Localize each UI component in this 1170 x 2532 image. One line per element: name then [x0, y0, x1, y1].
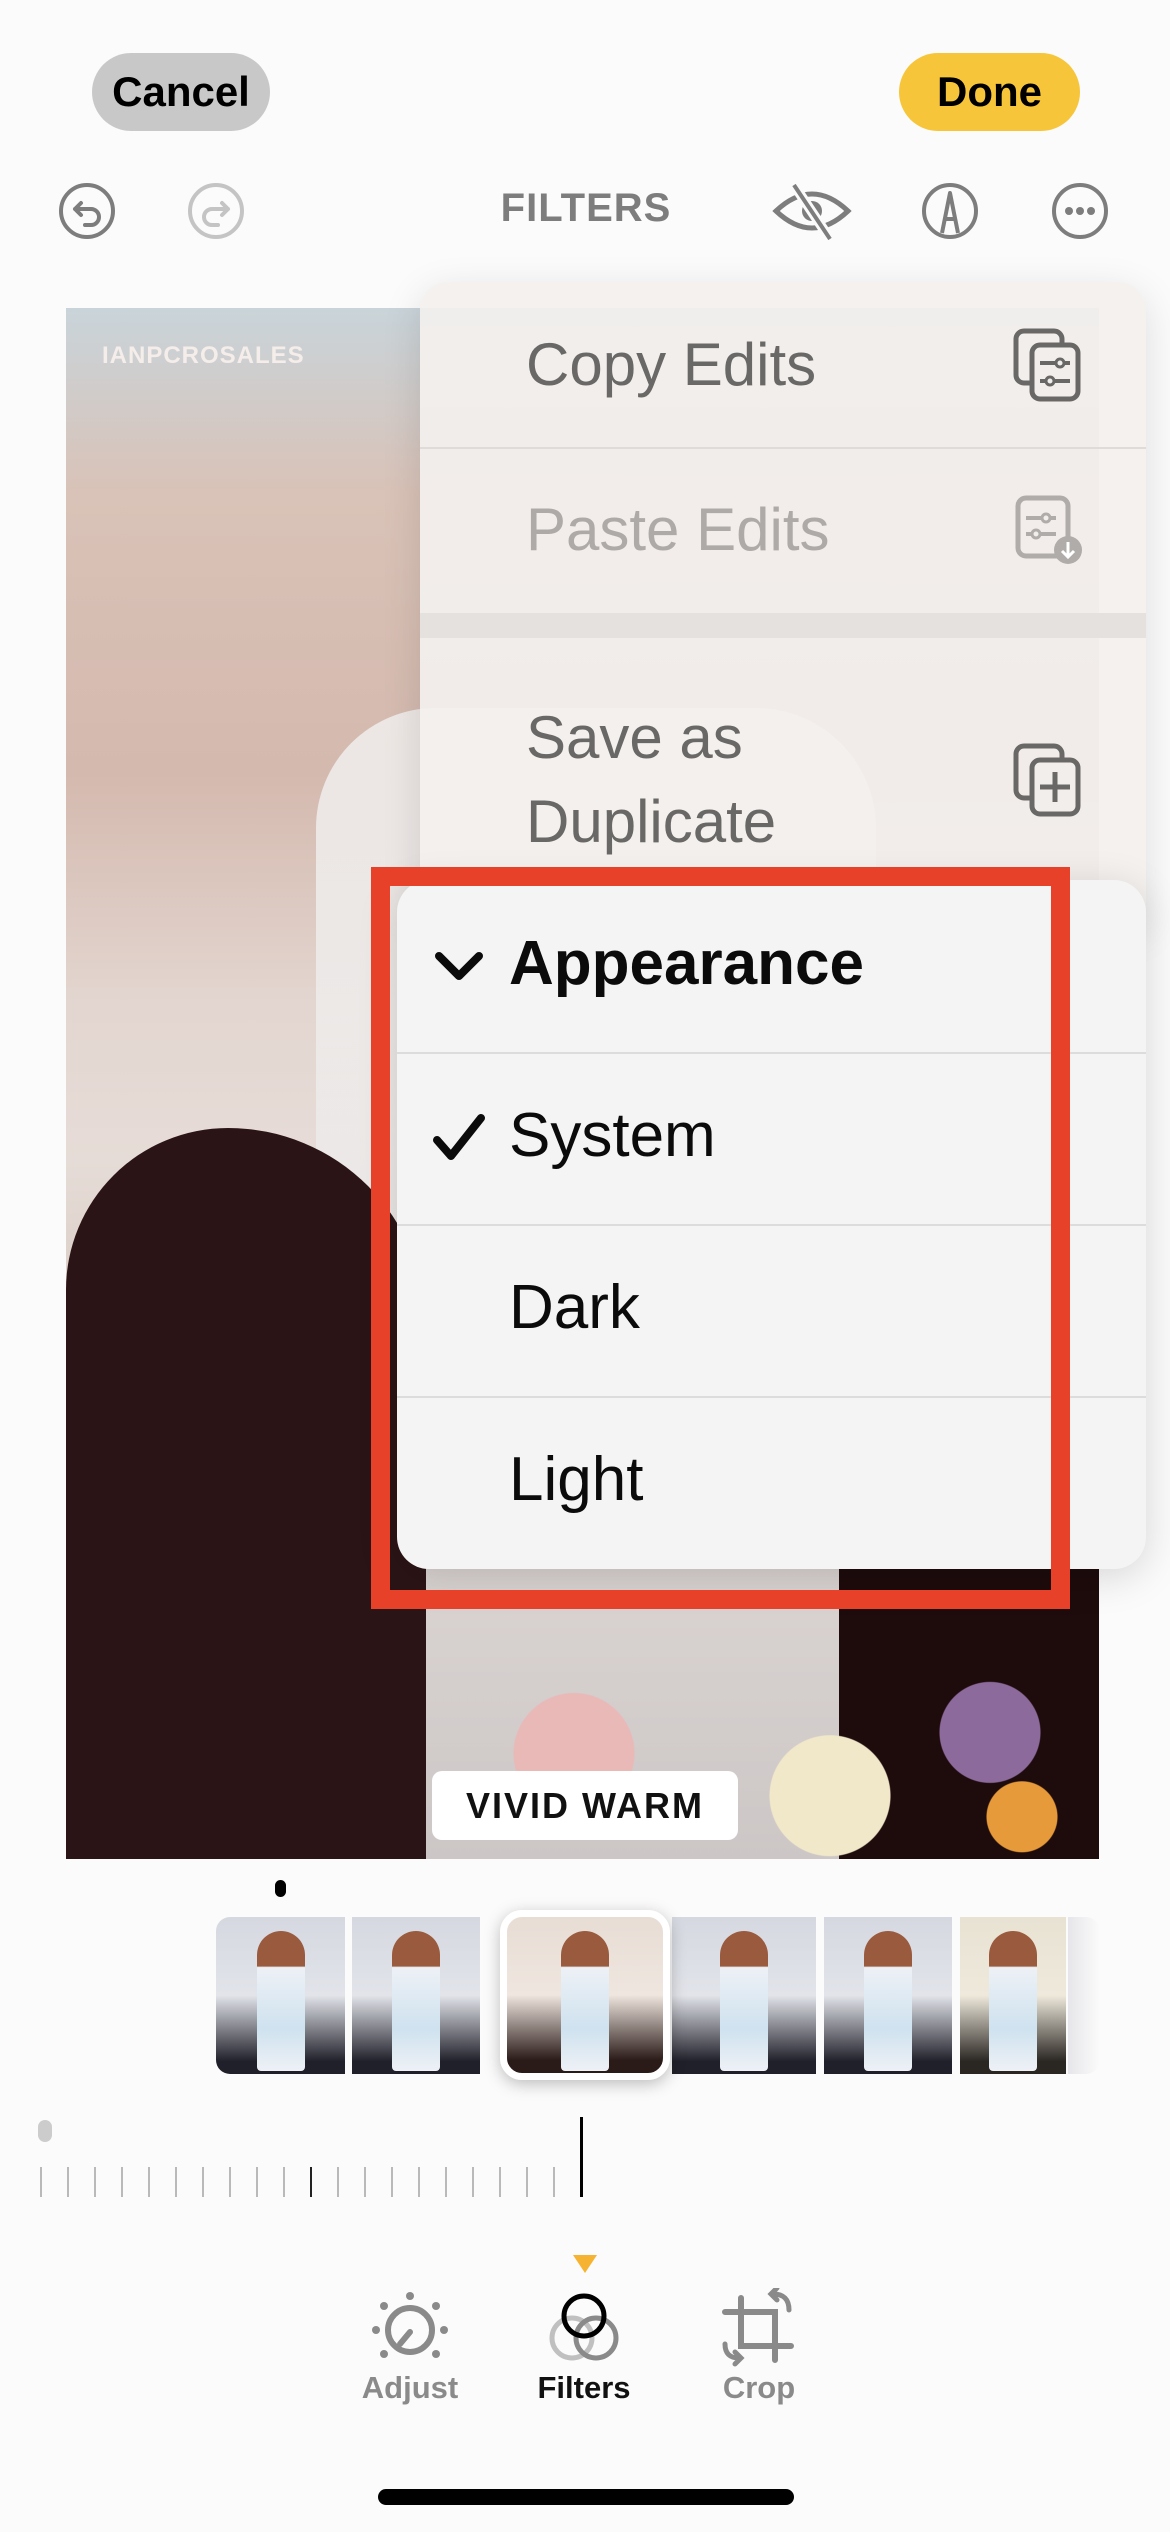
slider-tick	[445, 2167, 447, 2197]
filter-thumbnail[interactable]	[960, 1917, 1066, 2074]
photo-foreground	[66, 1128, 426, 1859]
appearance-submenu-header[interactable]: Appearance	[397, 880, 1146, 1054]
appearance-option-system[interactable]: System	[397, 1052, 1146, 1226]
slider-tick	[94, 2167, 96, 2197]
filter-thumbnail[interactable]	[672, 1917, 816, 2074]
filter-thumbnail[interactable]	[1068, 1917, 1100, 2074]
slider-tick	[67, 2167, 69, 2197]
filter-thumbnail[interactable]	[216, 1917, 345, 2074]
tab-label: Crop	[722, 2370, 796, 2405]
more-menu: Copy Edits Paste Edits Save as Duplicate	[420, 282, 1146, 922]
adjust-dial-icon	[372, 2292, 448, 2358]
appearance-submenu: Appearance System Dark Light	[397, 880, 1146, 1569]
watermark: IANPCROSALES	[102, 342, 305, 369]
slider-current-tick	[580, 2117, 583, 2197]
slider-tick	[337, 2167, 339, 2197]
slider-start-knob[interactable]	[38, 2120, 52, 2142]
slider-tick	[364, 2167, 366, 2197]
slider-tick	[202, 2167, 204, 2197]
menu-section-divider	[420, 613, 1146, 638]
slider-tick	[229, 2167, 231, 2197]
appearance-header-label: Appearance	[509, 929, 864, 998]
option-label: Light	[509, 1445, 644, 1514]
menu-item-label: Copy Edits	[526, 330, 817, 398]
menu-item-label: Paste Edits	[526, 496, 830, 563]
markup-icon[interactable]	[920, 181, 980, 241]
slider-tick	[391, 2167, 393, 2197]
cancel-button[interactable]: Cancel	[92, 53, 270, 131]
menu-item-label: Save as Duplicate	[526, 704, 777, 855]
tab-label: Filters	[537, 2370, 631, 2405]
slider-tick	[148, 2167, 150, 2197]
original-position-dot	[275, 1880, 286, 1897]
slider-tick	[310, 2167, 312, 2197]
appearance-option-dark[interactable]: Dark	[397, 1224, 1146, 1398]
slider-tick	[499, 2167, 501, 2197]
slider-tick	[553, 2167, 555, 2197]
slider-tick	[175, 2167, 177, 2197]
redo-icon[interactable]	[186, 181, 246, 241]
slider-tick	[256, 2167, 258, 2197]
undo-icon[interactable]	[57, 181, 117, 241]
hide-original-eye-icon[interactable]	[770, 181, 854, 241]
paste-edits-icon	[1015, 495, 1082, 564]
slider-tick	[472, 2167, 474, 2197]
checkmark-icon	[433, 1114, 485, 1160]
tab-crop[interactable]: Crop	[669, 2288, 849, 2406]
slider-tick	[121, 2167, 123, 2197]
home-indicator[interactable]	[378, 2489, 794, 2505]
more-icon[interactable]	[1050, 181, 1110, 241]
active-tab-indicator	[573, 2255, 597, 2273]
tab-adjust[interactable]: Adjust	[320, 2288, 500, 2406]
copy-edits-icon	[1013, 328, 1081, 401]
slider-tick	[40, 2167, 42, 2197]
tab-label: Adjust	[361, 2370, 459, 2405]
chevron-down-icon	[435, 952, 483, 980]
page-title: FILTERS	[500, 186, 672, 230]
filter-thumbnail[interactable]	[824, 1917, 952, 2074]
done-button[interactable]: Done	[899, 53, 1080, 131]
slider-tick	[418, 2167, 420, 2197]
slider-tick	[283, 2167, 285, 2197]
crop-rotate-icon	[722, 2288, 794, 2367]
slider-tick	[526, 2167, 528, 2197]
option-label: System	[509, 1101, 716, 1170]
filter-name-badge: VIVID WARM	[432, 1771, 738, 1840]
menu-item-copy-edits[interactable]: Copy Edits	[420, 282, 1146, 449]
appearance-option-light[interactable]: Light	[397, 1396, 1146, 1568]
tab-filters[interactable]: Filters	[494, 2288, 674, 2406]
filter-thumbnail-selected[interactable]	[500, 1910, 670, 2080]
option-label: Dark	[509, 1273, 640, 1342]
filters-circles-icon	[549, 2293, 619, 2361]
intensity-slider[interactable]	[40, 2117, 600, 2201]
duplicate-icon	[1013, 743, 1081, 817]
menu-item-paste-edits[interactable]: Paste Edits	[420, 447, 1146, 613]
filter-thumbnail[interactable]	[352, 1917, 480, 2074]
